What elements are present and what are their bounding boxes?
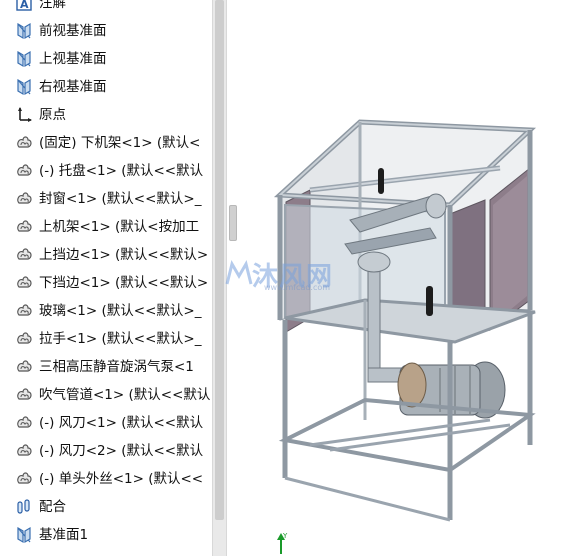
part-icon <box>15 274 33 292</box>
part-icon <box>15 386 33 404</box>
tree-item[interactable]: 封窗<1> (默认<<默认>_ <box>0 185 212 213</box>
part-icon <box>15 190 33 208</box>
axis-triad-icon: Y <box>277 532 288 554</box>
tree-item-label: 封窗<1> (默认<<默认>_ <box>39 191 202 207</box>
watermark: 沐风网 www.mfcad.com <box>224 258 384 292</box>
part-icon <box>15 442 33 460</box>
plane-icon <box>15 22 33 40</box>
tree-item[interactable]: (-) 风刀<1> (默认<<默认 <box>0 409 212 437</box>
feature-tree: A 注解前视基准面上视基准面右视基准面原点 (固定) 下机架<1> (默认< (-) … <box>0 0 212 556</box>
part-icon <box>15 162 33 180</box>
tree-item-label: 配合 <box>39 499 66 515</box>
tree-item-label: (-) 风刀<2> (默认<<默认 <box>39 443 204 459</box>
tree-item-label: (-) 风刀<1> (默认<<默认 <box>39 415 204 431</box>
tree-item-label: 注解 <box>39 0 66 11</box>
tree-item-label: (-) 托盘<1> (默认<<默认 <box>39 163 204 179</box>
watermark-logo <box>225 260 253 285</box>
annotations-icon: A <box>15 0 33 12</box>
tree-item-label: 上机架<1> (默认<按加工 <box>39 219 200 235</box>
part-icon <box>15 246 33 264</box>
tree-item[interactable]: (-) 风刀<2> (默认<<默认 <box>0 437 212 465</box>
svg-text:A: A <box>20 0 29 11</box>
tree-item-label: 吹气管道<1> (默认<<默认 <box>39 387 211 403</box>
tree-item[interactable]: (-) 单头外丝<1> (默认<< <box>0 465 212 493</box>
part-icon <box>15 330 33 348</box>
tree-item[interactable]: 下挡边<1> (默认<<默认> <box>0 269 212 297</box>
tree-item-label: 拉手<1> (默认<<默认>_ <box>39 331 202 347</box>
tree-item[interactable]: 前视基准面 <box>0 17 212 45</box>
origin-icon <box>15 106 33 124</box>
collapse-panel-handle[interactable] <box>229 205 237 241</box>
part-icon <box>15 218 33 236</box>
part-icon <box>15 134 33 152</box>
tree-item[interactable]: 基准面1 <box>0 521 212 549</box>
part-icon <box>15 414 33 432</box>
tree-item-label: 右视基准面 <box>39 79 107 95</box>
plane-icon <box>15 78 33 96</box>
part-icon <box>15 470 33 488</box>
tree-item[interactable]: A 注解 <box>0 0 212 17</box>
part-icon <box>15 302 33 320</box>
tree-item[interactable]: (固定) 下机架<1> (默认< <box>0 129 212 157</box>
part-icon <box>15 358 33 376</box>
tree-item[interactable]: 原点 <box>0 101 212 129</box>
tree-item-label: 三相高压静音旋涡气泵<1 <box>39 359 194 375</box>
tree-item-label: 前视基准面 <box>39 23 107 39</box>
plane-icon <box>15 526 33 544</box>
tree-item[interactable]: 配合 <box>0 493 212 521</box>
watermark-url: www.mfcad.com <box>264 283 331 292</box>
scrollbar-thumb[interactable] <box>215 0 224 520</box>
tree-item-label: 基准面1 <box>39 527 89 543</box>
tree-item-label: 原点 <box>39 107 66 123</box>
tree-item-label: 下挡边<1> (默认<<默认> <box>39 275 209 291</box>
tree-item-label: 上视基准面 <box>39 51 107 67</box>
tree-item[interactable]: 右视基准面 <box>0 73 212 101</box>
tree-item-label: (-) 单头外丝<1> (默认<< <box>39 471 204 487</box>
tree-item[interactable]: 上挡边<1> (默认<<默认> <box>0 241 212 269</box>
tree-item[interactable]: 三相高压静音旋涡气泵<1 <box>0 353 212 381</box>
tree-item[interactable]: 上视基准面 <box>0 45 212 73</box>
tree-item[interactable]: 拉手<1> (默认<<默认>_ <box>0 325 212 353</box>
svg-text:Y: Y <box>282 532 288 540</box>
tree-item-label: 玻璃<1> (默认<<默认>_ <box>39 303 202 319</box>
tree-item-label: (固定) 下机架<1> (默认< <box>39 135 201 151</box>
tree-item[interactable]: 玻璃<1> (默认<<默认>_ <box>0 297 212 325</box>
tree-item-label: 上挡边<1> (默认<<默认> <box>39 247 209 263</box>
tree-item[interactable]: 吹气管道<1> (默认<<默认 <box>0 381 212 409</box>
mates-icon <box>15 498 33 516</box>
tree-item[interactable]: (-) 托盘<1> (默认<<默认 <box>0 157 212 185</box>
tree-item[interactable]: 上机架<1> (默认<按加工 <box>0 213 212 241</box>
plane-icon <box>15 50 33 68</box>
